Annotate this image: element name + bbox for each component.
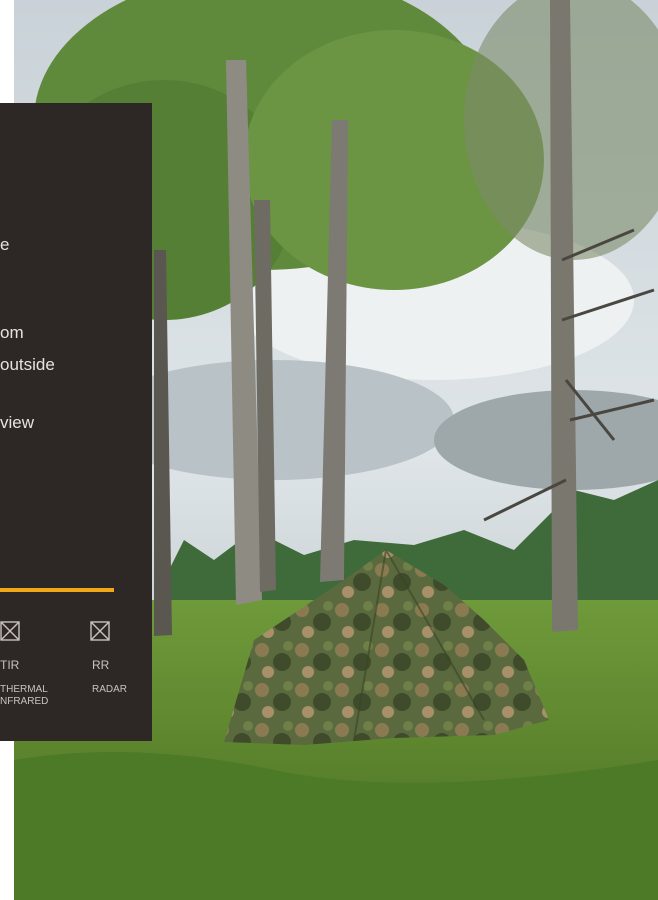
- feature-code-rr: RR: [92, 658, 110, 672]
- feature-desc-tir: THERMAL NFRARED: [0, 684, 80, 708]
- crossed-box-icon: [0, 621, 20, 641]
- panel-text-line-4: view: [0, 413, 35, 432]
- feature-desc-tir-line-2: NFRARED: [0, 696, 49, 707]
- crossed-box-icon: [90, 621, 110, 641]
- panel-text-line-1: e: [0, 235, 10, 254]
- panel-text-line-3: outside: [0, 355, 55, 374]
- feature-desc-rr-line-1: RADAR: [92, 684, 128, 695]
- info-panel: e om outside view TIR THERMAL NFRARED RR…: [0, 103, 152, 741]
- feature-desc-tir-line-1: THERMAL: [0, 684, 48, 695]
- feature-code-tir: TIR: [0, 658, 20, 672]
- feature-desc-rr: RADAR: [92, 684, 152, 696]
- panel-text-line-2: om: [0, 323, 24, 342]
- accent-divider: [0, 588, 114, 592]
